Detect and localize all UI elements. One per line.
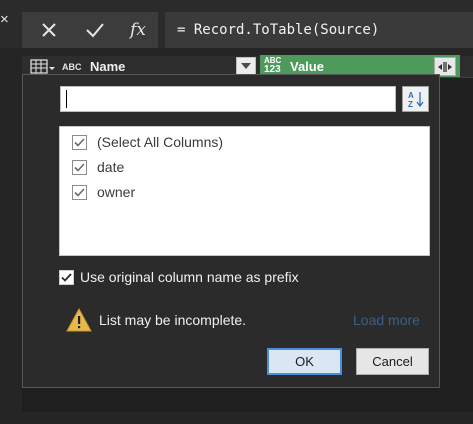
commit-formula-button[interactable]: [77, 12, 113, 48]
list-item-date[interactable]: date: [72, 156, 124, 178]
text-cursor: [66, 90, 67, 108]
x-icon: [42, 23, 56, 37]
search-input[interactable]: [60, 86, 396, 112]
sort-az-icon: A Z: [408, 91, 424, 109]
warning-icon: [66, 307, 92, 332]
svg-text:Z: Z: [408, 100, 413, 109]
formula-input[interactable]: = Record.ToTable(Source): [165, 12, 473, 48]
formula-buttons: fx: [22, 12, 158, 48]
sort-button[interactable]: A Z: [402, 86, 429, 112]
cancel-button[interactable]: Cancel: [356, 348, 429, 375]
check-icon: [86, 23, 104, 38]
any-type-icon[interactable]: ABC 123: [264, 56, 286, 76]
svg-text:A: A: [408, 91, 414, 100]
prefix-checkbox[interactable]: [59, 269, 74, 285]
list-item-label: date: [97, 159, 125, 175]
cancel-formula-button[interactable]: [31, 12, 67, 48]
close-icon[interactable]: ×: [0, 12, 10, 28]
select-all-checkbox[interactable]: [72, 134, 87, 150]
checkmark-icon: [74, 187, 85, 197]
list-item-select-all[interactable]: (Select All Columns): [72, 131, 223, 153]
chevron-down-icon: [241, 63, 251, 69]
fx-icon: fx: [130, 20, 146, 40]
load-more-link[interactable]: Load more: [353, 310, 420, 330]
list-item-owner[interactable]: owner: [72, 181, 135, 203]
checkmark-icon: [61, 272, 72, 282]
ok-button[interactable]: OK: [267, 348, 342, 375]
checkmark-icon: [74, 137, 85, 147]
prefix-label: Use original column name as prefix: [80, 269, 299, 285]
list-item-label: (Select All Columns): [97, 134, 224, 150]
checkmark-icon: [74, 162, 85, 172]
warning-message: List may be incomplete.: [99, 312, 247, 328]
date-checkbox[interactable]: [72, 159, 87, 175]
prefix-option[interactable]: Use original column name as prefix: [59, 266, 299, 288]
insert-function-button[interactable]: fx: [120, 12, 156, 48]
list-item-label: owner: [97, 184, 136, 200]
owner-checkbox[interactable]: [72, 184, 87, 200]
expand-icon: [438, 61, 452, 72]
